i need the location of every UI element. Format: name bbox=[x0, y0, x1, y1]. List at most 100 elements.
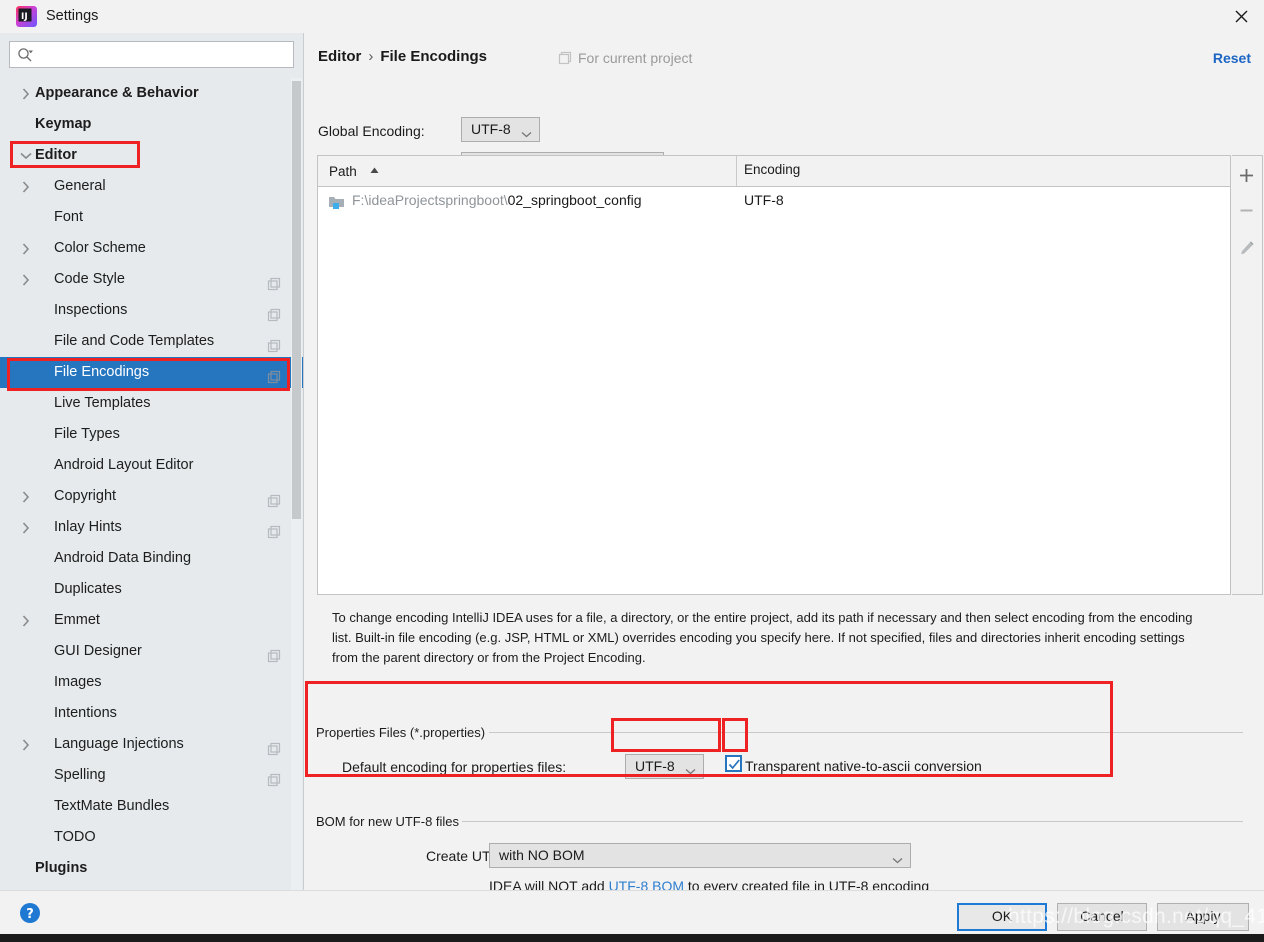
sidebar-item-label: Language Injections bbox=[54, 736, 184, 752]
reset-link[interactable]: Reset bbox=[1213, 50, 1251, 66]
table-row[interactable]: F:\ideaProjectspringboot\02_springboot_c… bbox=[318, 186, 1230, 218]
sidebar-item-label: TextMate Bundles bbox=[54, 798, 170, 814]
sidebar-item-textmate-bundles[interactable]: TextMate Bundles bbox=[0, 791, 303, 822]
sidebar-item-label: Images bbox=[54, 674, 102, 690]
apply-label-prefix: A bbox=[1185, 908, 1195, 924]
sidebar-item-general[interactable]: General bbox=[0, 171, 303, 202]
sidebar-item-android-data-binding[interactable]: Android Data Binding bbox=[0, 543, 303, 574]
sidebar-item-copyright[interactable]: Copyright bbox=[0, 481, 303, 512]
column-divider[interactable] bbox=[736, 156, 737, 186]
row-path-name: 02_springboot_config bbox=[507, 192, 642, 208]
sidebar-item-duplicates[interactable]: Duplicates bbox=[0, 574, 303, 605]
sidebar-item-editor[interactable]: Editor bbox=[0, 140, 303, 171]
transparent-native-to-ascii-label[interactable]: Transparent native-to-ascii conversion bbox=[745, 758, 982, 774]
sidebar-item-label: Copyright bbox=[54, 488, 117, 504]
sidebar-item-todo[interactable]: TODO bbox=[0, 822, 303, 853]
properties-group-title: Properties Files (*.properties) bbox=[316, 725, 493, 740]
properties-encoding-label: Default encoding for properties files: bbox=[342, 759, 567, 775]
properties-encoding-dropdown[interactable]: UTF-8 bbox=[625, 754, 704, 779]
breadcrumb-separator: › bbox=[368, 48, 374, 65]
sidebar-item-inlay-hints[interactable]: Inlay Hints bbox=[0, 512, 303, 543]
sidebar-item-plugins[interactable]: Plugins bbox=[0, 853, 303, 884]
sidebar-item-spelling[interactable]: Spelling bbox=[0, 760, 303, 791]
sidebar-item-file-encodings[interactable]: File Encodings bbox=[0, 357, 303, 388]
sidebar-item-emmet[interactable]: Emmet bbox=[0, 605, 303, 636]
project-scope-icon bbox=[267, 644, 281, 663]
sidebar-item-label: General bbox=[54, 178, 106, 194]
create-utf8-files-dropdown[interactable]: with NO BOM bbox=[489, 843, 911, 868]
column-header-path[interactable]: Path bbox=[329, 162, 379, 179]
column-header-encoding[interactable]: Encoding bbox=[744, 162, 800, 177]
svg-text:?: ? bbox=[26, 907, 34, 922]
sidebar-item-color-scheme[interactable]: Color Scheme bbox=[0, 233, 303, 264]
sidebar-item-live-templates[interactable]: Live Templates bbox=[0, 388, 303, 419]
transparent-native-to-ascii-checkbox[interactable] bbox=[725, 755, 742, 772]
properties-encoding-value: UTF-8 bbox=[635, 758, 675, 774]
project-scope-icon bbox=[267, 737, 281, 756]
cancel-button[interactable]: Cancel bbox=[1057, 903, 1147, 931]
sidebar-item-language-injections[interactable]: Language Injections bbox=[0, 729, 303, 760]
global-encoding-dropdown[interactable]: UTF-8 bbox=[461, 117, 540, 142]
table-cell-encoding[interactable]: UTF-8 bbox=[744, 192, 784, 208]
sidebar-item-keymap[interactable]: Keymap bbox=[0, 109, 303, 140]
add-button[interactable] bbox=[1232, 158, 1261, 193]
svg-text:IJ: IJ bbox=[21, 12, 28, 22]
sidebar-item-appearance-behavior[interactable]: Appearance & Behavior bbox=[0, 78, 303, 109]
sidebar-item-label: Live Templates bbox=[54, 395, 151, 411]
sidebar-item-gui-designer[interactable]: GUI Designer bbox=[0, 636, 303, 667]
sidebar-item-font[interactable]: Font bbox=[0, 202, 303, 233]
search-box[interactable] bbox=[9, 41, 294, 68]
breadcrumb-current: File Encodings bbox=[380, 48, 488, 65]
sidebar-item-code-style[interactable]: Code Style bbox=[0, 264, 303, 295]
create-utf8-files-value: with NO BOM bbox=[499, 847, 585, 863]
sidebar-item-label: Android Data Binding bbox=[54, 550, 192, 566]
sidebar-item-label: Emmet bbox=[54, 612, 100, 628]
sidebar-item-label: GUI Designer bbox=[54, 643, 142, 659]
chevron-right-icon bbox=[19, 481, 33, 512]
chevron-down-icon bbox=[521, 126, 532, 138]
sidebar-item-intentions[interactable]: Intentions bbox=[0, 698, 303, 729]
breadcrumb-parent[interactable]: Editor bbox=[318, 48, 361, 65]
edit-button[interactable] bbox=[1232, 230, 1261, 265]
remove-button[interactable] bbox=[1232, 193, 1261, 228]
sidebar-item-android-layout-editor[interactable]: Android Layout Editor bbox=[0, 450, 303, 481]
search-input[interactable] bbox=[40, 45, 290, 66]
sidebar-item-file-types[interactable]: File Types bbox=[0, 419, 303, 450]
row-path-prefix: F:\ideaProjectspringboot\ bbox=[352, 192, 508, 208]
sidebar-item-label: Font bbox=[54, 209, 84, 225]
chevron-down-icon bbox=[19, 140, 33, 171]
apply-button[interactable]: Apply bbox=[1157, 903, 1249, 931]
encodings-description: To change encoding IntelliJ IDEA uses fo… bbox=[332, 610, 1193, 665]
sidebar-item-file-and-code-templates[interactable]: File and Code Templates bbox=[0, 326, 303, 357]
sort-ascending-icon bbox=[370, 162, 379, 177]
sidebar-item-images[interactable]: Images bbox=[0, 667, 303, 698]
settings-tree: Appearance & Behavior Keymap Editor General… bbox=[0, 78, 303, 890]
bom-group-title: BOM for new UTF-8 files bbox=[316, 814, 467, 829]
sidebar-item-label: Editor bbox=[35, 147, 77, 163]
sidebar-item-label: Plugins bbox=[35, 860, 88, 876]
table-header: Path Encoding bbox=[318, 156, 1230, 187]
sidebar-item-label: Duplicates bbox=[54, 581, 122, 597]
bom-group-divider bbox=[462, 821, 1243, 822]
sidebar-item-inspections[interactable]: Inspections bbox=[0, 295, 303, 326]
dialog-footer: ? OK Cancel Apply bbox=[0, 890, 1264, 935]
properties-group-divider bbox=[489, 732, 1243, 733]
close-icon[interactable] bbox=[1218, 0, 1264, 33]
help-icon[interactable]: ? bbox=[16, 899, 44, 927]
chevron-right-icon bbox=[19, 233, 33, 264]
encodings-table: Path Encoding F:\ideaProjectspringboot\0… bbox=[317, 155, 1231, 595]
search-icon bbox=[17, 47, 35, 63]
sidebar-scrollbar-thumb[interactable] bbox=[292, 81, 301, 519]
ok-button[interactable]: OK bbox=[957, 903, 1047, 931]
